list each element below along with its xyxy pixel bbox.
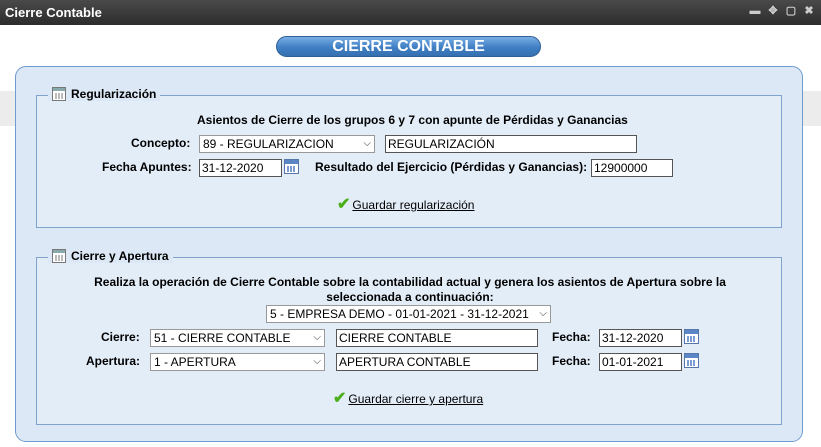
chevron-down-icon: ⌵ <box>363 138 371 149</box>
cierre-description-line2: seleccionada a continuación: <box>326 290 494 304</box>
form-icon <box>52 249 66 263</box>
regularizacion-legend-label: Regularización <box>71 87 157 101</box>
cierre-apertura-legend-label: Cierre y Apertura <box>71 249 169 263</box>
apertura-text-input[interactable]: APERTURA CONTABLE <box>336 353 538 371</box>
guardar-regularizacion-label: Guardar regularización <box>352 198 475 212</box>
guardar-regularizacion-button[interactable]: ✔ Guardar regularización <box>337 196 475 213</box>
apertura-fecha-input[interactable]: 01-01-2021 <box>599 353 682 371</box>
guardar-cierre-apertura-button[interactable]: ✔ Guardar cierre y apertura <box>333 390 484 407</box>
window-titlebar: Cierre Contable ▬ ✥ ▢ ✖ <box>0 0 821 25</box>
fecha-apuntes-label: Fecha Apuntes: <box>102 160 192 174</box>
cierre-apertura-legend: Cierre y Apertura <box>48 249 173 263</box>
apertura-label: Apertura: <box>86 354 141 368</box>
calendar-icon[interactable] <box>684 329 699 344</box>
cierre-fecha-label: Fecha: <box>552 330 591 344</box>
resultado-input[interactable]: 12900000 <box>591 159 673 177</box>
move-icon[interactable]: ✥ <box>767 4 779 18</box>
chevron-down-icon: ⌵ <box>313 332 321 343</box>
calendar-icon[interactable] <box>284 159 299 174</box>
window-controls: ▬ ✥ ▢ ✖ <box>749 4 815 18</box>
apertura-select-value: 1 - APERTURA <box>154 355 236 369</box>
cierre-fecha-input[interactable]: 31-12-2020 <box>599 329 682 347</box>
concepto-select[interactable]: 89 - REGULARIZACION ⌵ <box>199 135 375 153</box>
checkmark-icon: ✔ <box>333 390 347 407</box>
close-icon[interactable]: ✖ <box>803 4 815 18</box>
concepto-label: Concepto: <box>131 136 191 150</box>
fecha-apuntes-input[interactable]: 31-12-2020 <box>199 159 282 177</box>
guardar-cierre-apertura-label: Guardar cierre y apertura <box>348 392 484 406</box>
cierre-description-line1: Realiza la operación de Cierre Contable … <box>94 275 726 289</box>
concepto-select-value: 89 - REGULARIZACION <box>203 137 334 151</box>
cierre-text-input[interactable]: CIERRE CONTABLE <box>336 329 538 347</box>
checkmark-icon: ✔ <box>337 196 351 213</box>
calendar-icon[interactable] <box>684 353 699 368</box>
page-title: CIERRE CONTABLE <box>276 36 541 57</box>
minimize-icon[interactable]: ▬ <box>749 4 761 18</box>
empresa-select-value: 5 - EMPRESA DEMO - 01-01-2021 - 31-12-20… <box>270 307 529 321</box>
chevron-down-icon: ⌵ <box>313 356 321 367</box>
form-icon <box>52 87 66 101</box>
apertura-fecha-label: Fecha: <box>552 354 591 368</box>
concepto-text-input[interactable]: REGULARIZACIÓN <box>385 135 637 153</box>
regularizacion-legend: Regularización <box>48 87 161 101</box>
cierre-label: Cierre: <box>101 330 140 344</box>
regularizacion-description: Asientos de Cierre de los grupos 6 y 7 c… <box>197 113 628 127</box>
chevron-down-icon: ⌵ <box>539 308 547 319</box>
window-title: Cierre Contable <box>5 5 102 20</box>
cierre-select-value: 51 - CIERRE CONTABLE <box>154 331 291 345</box>
cierre-select[interactable]: 51 - CIERRE CONTABLE ⌵ <box>150 329 325 347</box>
apertura-select[interactable]: 1 - APERTURA ⌵ <box>150 353 325 371</box>
resultado-label: Resultado del Ejercicio (Pérdidas y Gana… <box>315 160 588 174</box>
empresa-select[interactable]: 5 - EMPRESA DEMO - 01-01-2021 - 31-12-20… <box>266 305 551 323</box>
maximize-icon[interactable]: ▢ <box>785 4 797 18</box>
